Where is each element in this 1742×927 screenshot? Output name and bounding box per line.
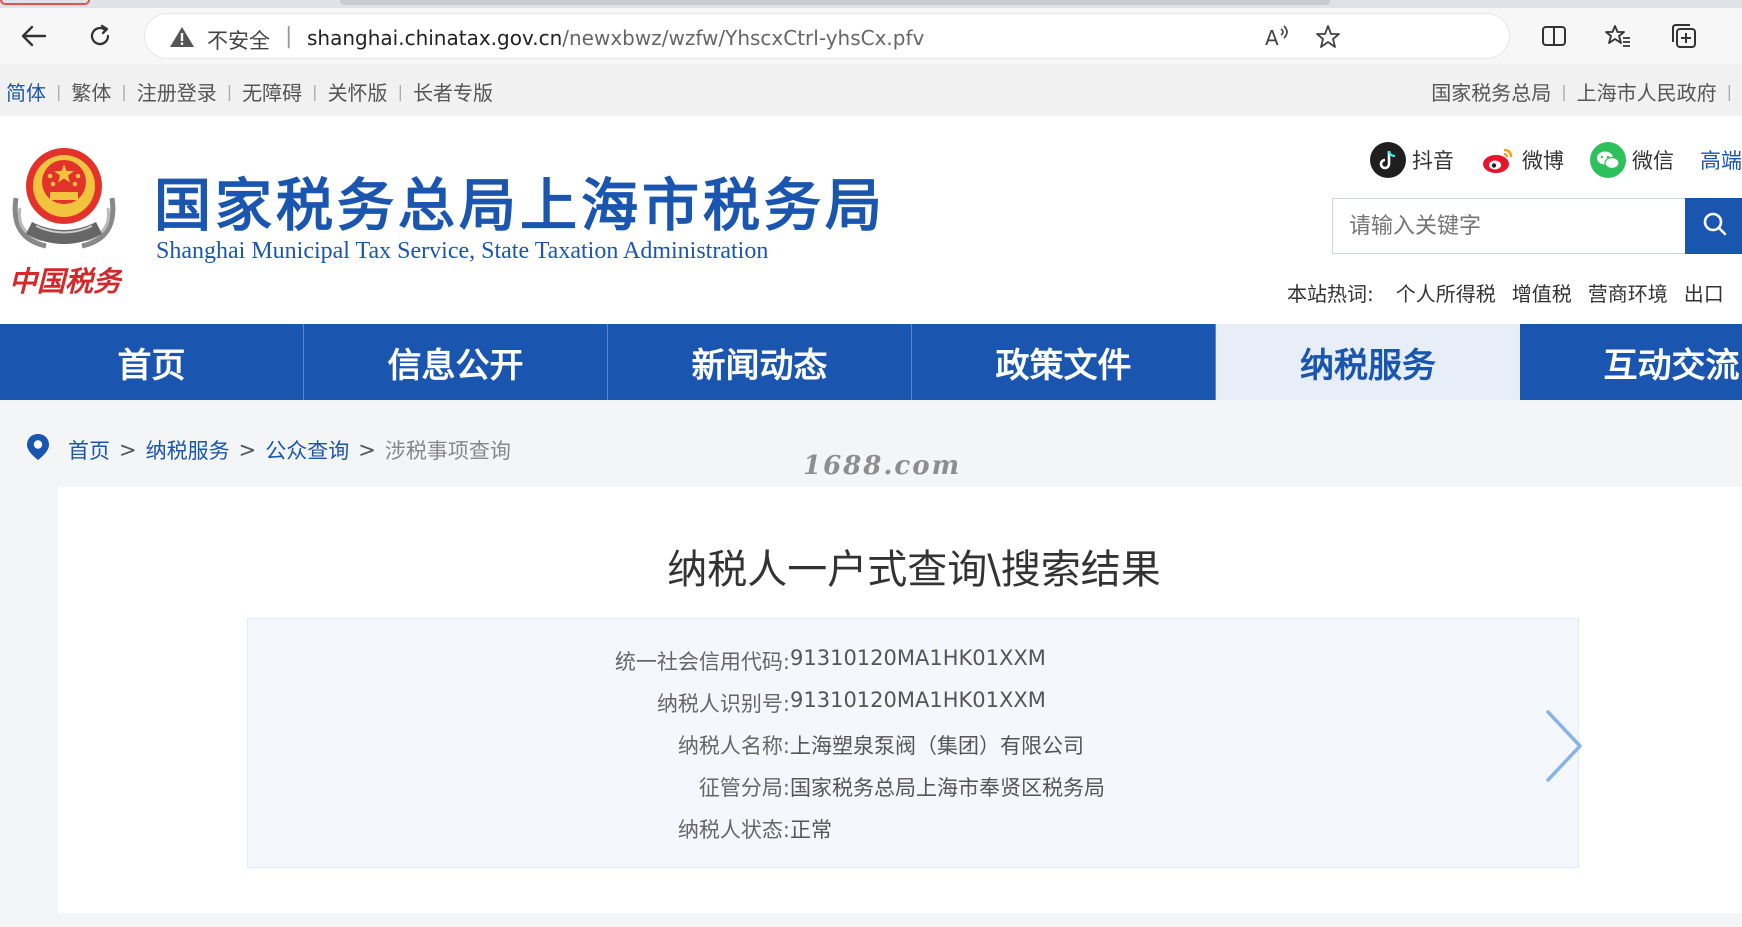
taxpayer-name-value: 上海塑泉泵阀（集团）有限公司	[790, 734, 1084, 758]
browser-tabstrip	[0, 0, 1742, 8]
breadcrumb-separator: >	[358, 437, 376, 462]
utility-bar: 简体 | 繁体 | 注册登录 | 无障碍 | 关怀版 | 长者专版 国家税务总局 | 上海市…	[0, 64, 1742, 116]
social-wechat-label: 微信	[1632, 149, 1674, 173]
social-douyin[interactable]: 抖音	[1370, 142, 1454, 178]
link-simplified[interactable]: 简体	[6, 77, 46, 106]
collections-icon[interactable]	[1666, 18, 1702, 54]
search-icon	[1702, 211, 1728, 241]
field-credit-code-row: 统一社会信用代码:	[248, 646, 790, 676]
nav-info-disclosure[interactable]: 信息公开	[304, 324, 608, 400]
hot-word-4[interactable]: 出口	[1684, 278, 1724, 307]
nav-news[interactable]: 新闻动态	[608, 324, 912, 400]
search-button[interactable]	[1685, 198, 1742, 254]
breadcrumb-separator: >	[119, 437, 137, 462]
read-aloud-icon[interactable]: A	[1263, 24, 1291, 54]
credit-code-value: 91310120MA1HK01XXM	[790, 646, 1046, 670]
browser-toolbar: 不安全 | shanghai.chinatax.gov.cn/newxbwz/w…	[0, 8, 1742, 64]
chevron-right-icon[interactable]	[1544, 709, 1584, 787]
result-card[interactable]: 统一社会信用代码: 纳税人识别号: 纳税人名称: 征管分局: 纳税人状态: 91…	[247, 618, 1582, 868]
douyin-icon	[1370, 142, 1406, 178]
national-emblem-logo[interactable]: 中国税务	[6, 138, 125, 308]
url-text[interactable]: shanghai.chinatax.gov.cn/newxbwz/wzfw/Yh…	[307, 26, 924, 50]
breadcrumb-separator: >	[238, 437, 257, 462]
main-nav: 首页 信息公开 新闻动态 政策文件 纳税服务 互动交流	[0, 324, 1742, 400]
field-label: 纳税人状态:	[677, 818, 790, 842]
link-shanghai-gov[interactable]: 上海市人民政府	[1577, 77, 1717, 106]
social-links: 抖音 微博 微信 高端	[1370, 142, 1742, 178]
result-values: 91310120MA1HK01XXM 91310120MA1HK01XXM 上海…	[790, 619, 1390, 867]
breadcrumb-public-query[interactable]: 公众查询	[265, 435, 349, 465]
site-header: 中国税务 国家税务总局上海市税务局 Shanghai Municipal Tax…	[0, 116, 1742, 324]
hot-words-label: 本站热词:	[1287, 282, 1374, 306]
wechat-icon	[1590, 142, 1626, 178]
tab-bar[interactable]	[340, 0, 1330, 5]
nav-policy[interactable]: 政策文件	[912, 324, 1216, 400]
url-path: /newxbwz/wzfw/YhscxCtrl-yhsCx.pfv	[562, 26, 925, 50]
field-bureau-row: 征管分局:	[248, 772, 790, 802]
active-tab-edge[interactable]	[0, 0, 90, 5]
status-value: 正常	[790, 818, 832, 842]
field-label: 征管分局:	[698, 776, 790, 800]
link-elder-version[interactable]: 长者专版	[413, 77, 493, 106]
hot-word-3[interactable]: 营商环境	[1588, 278, 1668, 307]
social-more[interactable]: 高端	[1700, 145, 1742, 175]
social-wechat[interactable]: 微信	[1590, 142, 1674, 178]
field-name-row: 纳税人名称:	[248, 730, 790, 760]
field-taxpayer-id-row: 纳税人识别号:	[248, 688, 790, 718]
svg-text:A: A	[1265, 26, 1279, 50]
security-label[interactable]: 不安全	[207, 25, 270, 55]
breadcrumb-tax-service[interactable]: 纳税服务	[146, 435, 230, 465]
social-weibo[interactable]: 微博	[1480, 142, 1564, 178]
page-title: 纳税人一户式查询\搜索结果	[667, 547, 1161, 593]
social-douyin-label: 抖音	[1412, 149, 1454, 173]
social-more-label: 高端	[1700, 149, 1742, 173]
reload-icon[interactable]	[82, 18, 118, 54]
link-state-taxation[interactable]: 国家税务总局	[1431, 77, 1551, 106]
field-label: 纳税人识别号:	[656, 692, 790, 716]
logo-caption: 中国税务	[9, 265, 122, 298]
weibo-icon	[1480, 142, 1516, 178]
social-weibo-label: 微博	[1522, 149, 1564, 173]
link-traditional[interactable]: 繁体	[71, 77, 111, 106]
url-host: shanghai.chinatax.gov.cn	[307, 26, 563, 50]
back-icon[interactable]	[16, 18, 52, 54]
taxpayer-id-value: 91310120MA1HK01XXM	[790, 688, 1046, 712]
favorites-icon[interactable]	[1600, 18, 1636, 54]
bureau-value: 国家税务总局上海市奉贤区税务局	[790, 776, 1105, 800]
nav-interaction[interactable]: 互动交流	[1520, 324, 1742, 400]
search-input[interactable]	[1332, 198, 1686, 254]
address-separator: |	[285, 24, 293, 49]
split-screen-icon[interactable]	[1536, 18, 1572, 54]
site-search	[1332, 198, 1742, 254]
hot-words: 本站热词: 个人所得税 增值税 营商环境 出口	[1287, 278, 1740, 307]
result-labels: 统一社会信用代码: 纳税人识别号: 纳税人名称: 征管分局: 纳税人状态:	[248, 619, 790, 867]
address-bar[interactable]: 不安全 | shanghai.chinatax.gov.cn/newxbwz/w…	[144, 13, 1510, 59]
hot-word-2[interactable]: 增值税	[1512, 278, 1572, 307]
field-label: 纳税人名称:	[677, 734, 790, 758]
link-register-login[interactable]: 注册登录	[137, 77, 217, 106]
nav-home[interactable]: 首页	[0, 324, 304, 400]
breadcrumb-current: 涉税事项查询	[384, 438, 511, 463]
favorite-star-icon[interactable]	[1315, 24, 1341, 54]
link-accessibility[interactable]: 无障碍	[242, 77, 302, 106]
warning-icon[interactable]	[169, 26, 195, 52]
field-status-row: 纳税人状态:	[248, 814, 790, 844]
field-label: 统一社会信用代码:	[614, 650, 790, 674]
site-title-cn[interactable]: 国家税务总局上海市税务局	[154, 160, 886, 242]
watermark: 1688.com	[803, 451, 962, 481]
content-panel: 纳税人一户式查询\搜索结果 统一社会信用代码: 纳税人识别号: 纳税人名称: 征…	[58, 487, 1742, 913]
site-title-en: Shanghai Municipal Tax Service, State Ta…	[156, 238, 769, 264]
location-pin-icon	[26, 433, 50, 466]
link-care-version[interactable]: 关怀版	[328, 77, 388, 106]
hot-word-1[interactable]: 个人所得税	[1396, 278, 1496, 307]
breadcrumb-home[interactable]: 首页	[68, 435, 110, 465]
nav-tax-service[interactable]: 纳税服务	[1216, 324, 1520, 400]
breadcrumb: 首页 > 纳税服务 > 公众查询 > 涉税事项查询	[26, 433, 511, 466]
